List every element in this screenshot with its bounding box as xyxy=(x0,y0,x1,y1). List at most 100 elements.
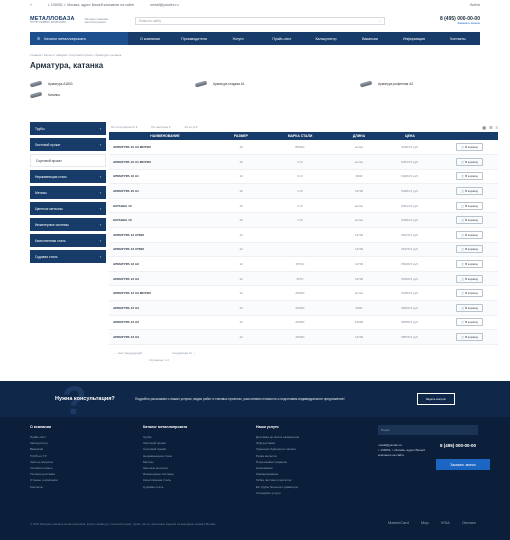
sidebar-item[interactable]: Инженерные системы › xyxy=(30,218,106,231)
nav-item-vacancies[interactable]: Вакансии xyxy=(348,32,392,45)
subcategory-item[interactable]: Арматура рифленая А3 xyxy=(359,80,500,88)
subcategory-item[interactable]: Арматура гладкая А1 xyxy=(194,80,350,88)
add-to-cart-button[interactable]: 🛒 В корзину xyxy=(455,143,484,152)
sidebar-item[interactable]: Цветные металлы › xyxy=(30,202,106,215)
footer-callback-button[interactable]: Заказать звонок xyxy=(436,459,490,470)
product-name[interactable]: АРМАТУРА 10 А1 xyxy=(109,183,221,199)
add-to-cart-button[interactable]: 🛒 В корзину xyxy=(455,303,484,312)
add-to-cart-button[interactable]: 🛒 В корзину xyxy=(455,274,484,283)
product-steel xyxy=(261,227,339,243)
next-page-link[interactable]: следующая сп → xyxy=(172,351,196,355)
grid-view-icon[interactable]: ▦ xyxy=(482,125,486,130)
location-icon: ⌖ xyxy=(30,3,32,7)
cart-label: В корзину xyxy=(465,291,479,296)
availability-dropdown[interactable]: По наличию ▾ xyxy=(151,125,170,129)
count-dropdown[interactable]: 20 штук ▾ xyxy=(185,125,198,129)
sidebar-item[interactable]: Судовая сталь › xyxy=(30,250,106,263)
product-name[interactable]: АРМАТУРА 12 А3 xyxy=(109,271,221,287)
sort-dropdown[interactable]: По популярности ▾ xyxy=(111,125,137,129)
product-name[interactable]: АРМАТУРА 12 АТ800 xyxy=(109,227,221,243)
search-input[interactable]: Поиск по сайту ⌕ xyxy=(134,17,385,25)
product-size: 12 xyxy=(221,271,261,287)
nav-item-contacts[interactable]: Контакты xyxy=(436,32,480,45)
add-to-cart-button[interactable]: 🛒 В корзину xyxy=(455,260,484,269)
add-to-cart-button[interactable]: 🛒 В корзину xyxy=(455,289,484,298)
product-length: 6000 xyxy=(339,169,379,185)
nav-item-producers[interactable]: Производители xyxy=(172,32,216,45)
email-link[interactable]: metall@yandex.ru xyxy=(150,3,178,7)
product-name[interactable]: АРМАТУРА 12 А3 МОТКИ xyxy=(109,285,221,302)
footer-link[interactable]: Хранение буферного запаса xyxy=(256,446,299,452)
product-name[interactable]: АРМАТУРА 10 А1 xyxy=(109,169,221,185)
nav-item-pricelist[interactable]: Прайс-лист xyxy=(260,32,304,45)
footer-link[interactable]: Отзывы о компании xyxy=(30,477,58,483)
product-steel: 25Г2С xyxy=(261,256,339,272)
add-to-cart-button[interactable]: 🛒 В корзину xyxy=(455,318,484,327)
nav-item-info[interactable]: Информация xyxy=(392,32,436,45)
table-row: АРМАТУРА 12 А3 12 А500С 11700 58579.5 руб. 🛒 … xyxy=(109,329,498,345)
product-name[interactable]: КАТАНКА 10 xyxy=(109,212,221,229)
product-size: 10 xyxy=(221,169,261,185)
product-name[interactable]: АРМАТУРА 12 А3 xyxy=(109,315,221,331)
product-name[interactable]: АРМАТУРА 12 А3 xyxy=(109,329,221,345)
cart-label: В корзину xyxy=(465,262,479,267)
add-to-cart-button[interactable]: 🛒 В корзину xyxy=(455,333,484,342)
product-steel: 35ГС xyxy=(261,271,339,287)
product-name[interactable]: АРМАТУРА 10 А1 МОТКИ xyxy=(109,154,221,170)
add-to-cart-button[interactable]: 🛒 В корзину xyxy=(455,157,484,166)
nav-item-services[interactable]: Услуги xyxy=(216,32,260,45)
chevron-right-icon: › xyxy=(99,254,101,259)
breadcrumb[interactable]: Главная / Каталог товаров / Сортовой про… xyxy=(0,45,510,57)
logo[interactable]: МЕТАЛЛОБАЗА ГРУПП СЕРВИС КОМПАНИЯ xyxy=(30,16,75,25)
product-steel: А500С xyxy=(261,315,339,331)
footer-link[interactable]: Судовая сталь xyxy=(143,484,187,490)
add-to-cart-button[interactable]: 🛒 В корзину xyxy=(455,216,484,225)
subcategory-item[interactable]: Арматура А1800 xyxy=(29,80,185,88)
product-name[interactable]: АРМАТУРА 12 А3 xyxy=(109,300,221,316)
action-cell: 🛒 В корзину xyxy=(441,198,498,214)
sidebar-item[interactable]: Качественная сталь › xyxy=(30,234,106,247)
nav-item-about[interactable]: О компании xyxy=(128,32,172,45)
subcategory-label: Арматура гладкая А1 xyxy=(213,82,245,86)
list-view-icon[interactable]: ☰ xyxy=(489,125,493,130)
product-name[interactable]: АРМАТУРА 10 А3 МОТКИ xyxy=(109,140,221,156)
footer-link[interactable]: ЕК трубы большого диаметра xyxy=(256,484,299,490)
product-steel: Ст3 xyxy=(261,212,339,229)
sidebar-item[interactable]: Нержавеющая сталь › xyxy=(30,170,106,183)
mastercard-icon: MasterCard xyxy=(388,520,409,525)
add-to-cart-button[interactable]: 🛒 В корзину xyxy=(455,187,484,196)
login-link[interactable]: Войти xyxy=(470,3,480,7)
sidebar-item[interactable]: Листовой прокат › xyxy=(30,138,106,151)
product-name[interactable]: АРМАТУРА 12 АТ800 xyxy=(109,242,221,258)
product-table: НАИМЕНОВАНИЕ РАЗМЕР МАРКА СТАЛИ ДЛИНА ЦЕ… xyxy=(109,132,498,345)
product-name[interactable]: АРМАТУРА 12 А3 xyxy=(109,256,221,272)
add-to-cart-button[interactable]: 🛒 В корзину xyxy=(455,230,484,239)
rebar-icon xyxy=(29,80,43,88)
product-name[interactable]: КАТАНКА 10 xyxy=(109,198,221,214)
page-numbers[interactable]: Страницы: 1 2 xyxy=(109,358,498,362)
ask-question-button[interactable]: Задать вопрос xyxy=(416,393,455,405)
table-row: АРМАТУРА 12 АТ800 12 11700 66379.5 руб. 🛒 В … xyxy=(109,242,498,258)
sidebar-item-label: Качественная сталь xyxy=(35,238,66,243)
sidebar: Трубы › Листовой прокат › Сортовой прокат Нер… xyxy=(30,122,106,266)
callback-link[interactable]: Заказать звонок xyxy=(440,21,480,26)
table-view-icon[interactable]: ≡ xyxy=(496,125,498,130)
add-to-cart-button[interactable]: 🛒 В корзину xyxy=(455,172,484,181)
footer-link[interactable]: Контакты xyxy=(30,484,58,490)
action-cell: 🛒 В корзину xyxy=(441,169,498,185)
product-price: 58579.5 руб. xyxy=(379,329,441,345)
footer-link[interactable]: Складские услуги xyxy=(256,490,299,496)
catalog-menu-button[interactable]: ☰ Каталог металлопроката xyxy=(30,32,128,45)
sidebar-item[interactable]: Метизы › xyxy=(30,186,106,199)
product-steel: А500С xyxy=(261,300,339,316)
search-icon[interactable]: ⌕ xyxy=(379,19,381,23)
sidebar-item[interactable]: Трубы › xyxy=(30,122,106,135)
prev-page-link[interactable]: ← сюл предыдущий xyxy=(114,351,142,355)
footer-search-input[interactable]: Поиск xyxy=(378,425,478,435)
subcategory-item[interactable]: Катанка xyxy=(29,91,185,99)
nav-item-calculator[interactable]: Калькулятор xyxy=(304,32,348,45)
add-to-cart-button[interactable]: 🛒 В корзину xyxy=(455,245,484,254)
add-to-cart-button[interactable]: 🛒 В корзину xyxy=(455,201,484,210)
footer-phone[interactable]: 8 (495) 000-00-00 xyxy=(440,443,476,448)
sidebar-item[interactable]: Сортовой прокат xyxy=(30,154,106,167)
